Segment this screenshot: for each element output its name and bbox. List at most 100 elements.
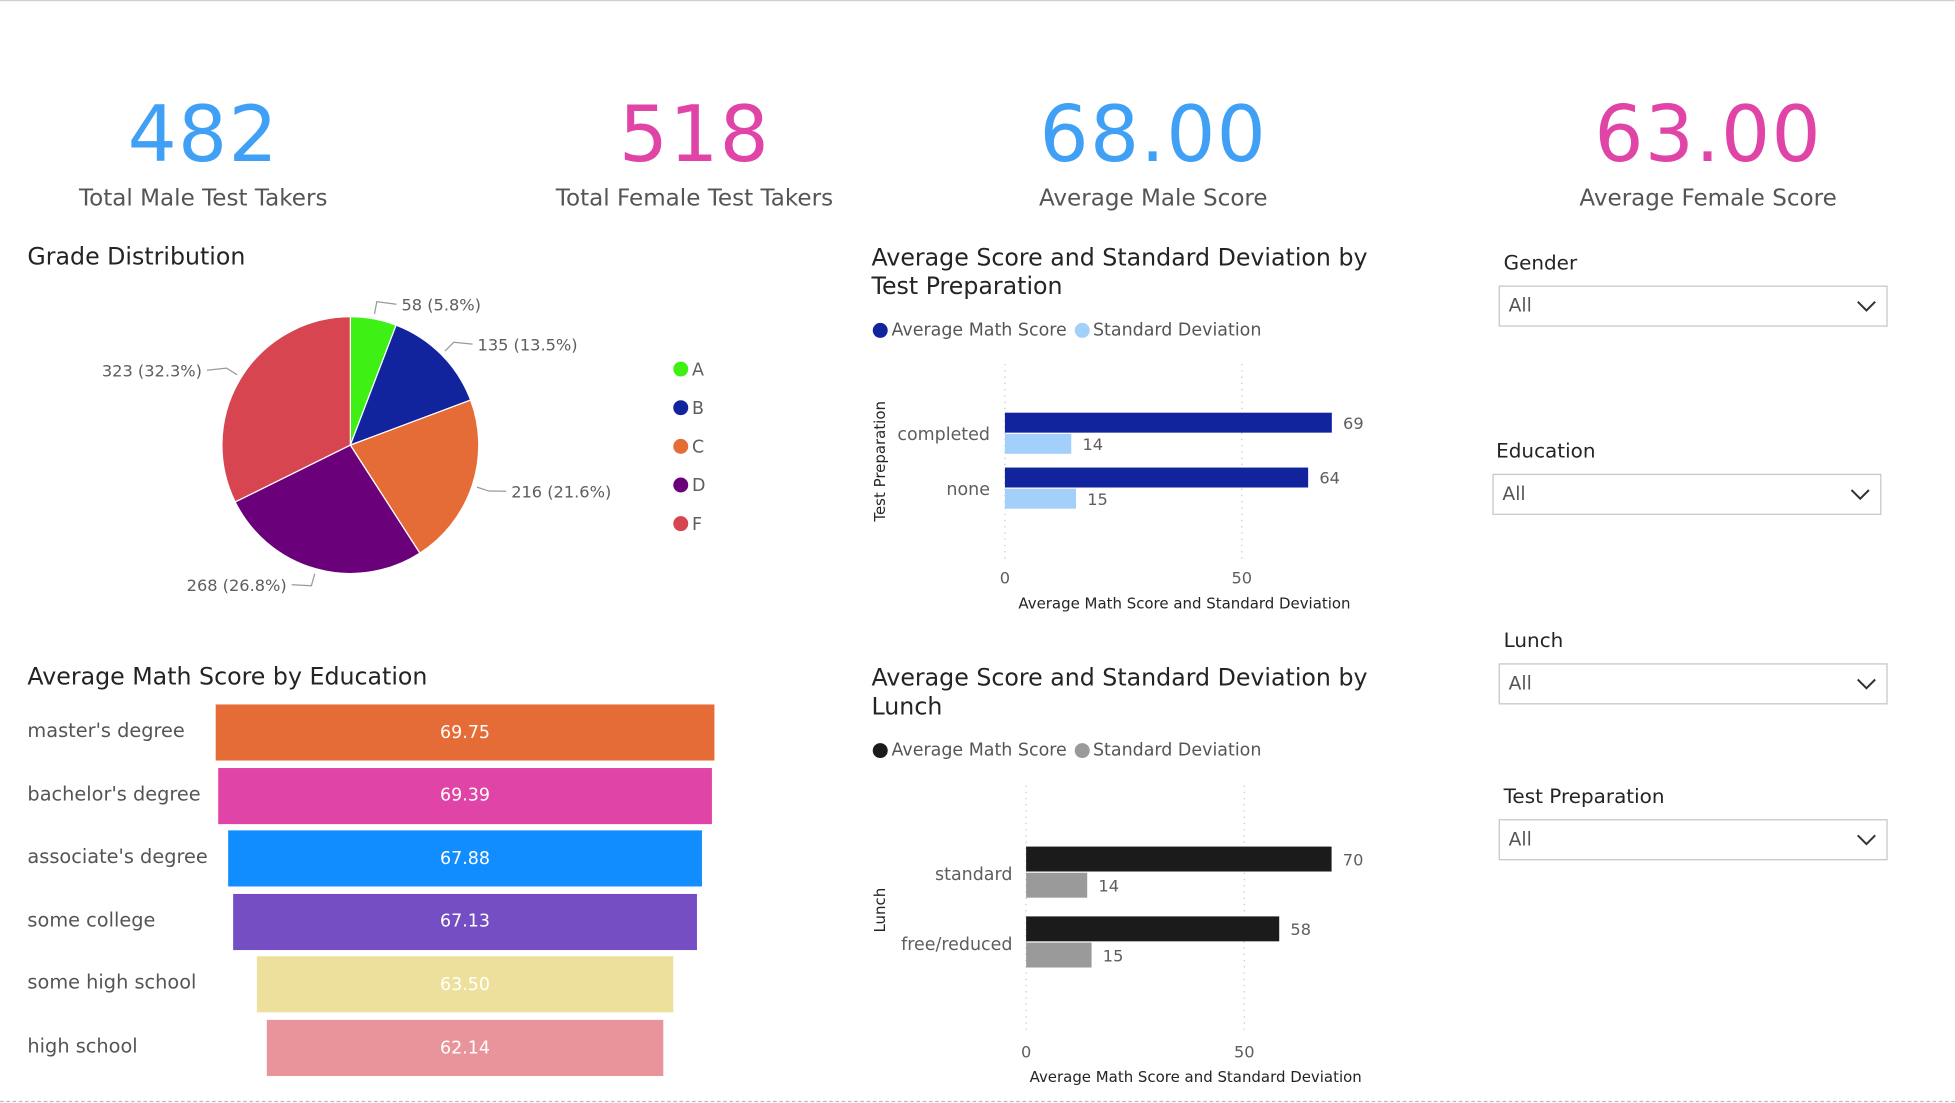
bar-standard-deviation[interactable] — [1004, 488, 1076, 509]
funnel-bar[interactable]: 67.88 — [228, 830, 702, 887]
x-axis-title: Average Math Score and Standard Deviatio… — [1018, 594, 1350, 612]
chevron-down-icon — [1850, 489, 1870, 501]
chevron-down-icon — [1857, 301, 1876, 312]
legend-label-d[interactable]: D — [692, 476, 705, 496]
bar-value-label: 58 — [1290, 920, 1311, 939]
education-dropdown[interactable]: All — [1492, 473, 1882, 515]
kpi-value: 482 — [127, 88, 279, 180]
top-border — [0, 0, 1955, 2]
education-chart-title: Average Math Score by Education — [27, 663, 428, 691]
bar-average-math-score[interactable] — [1004, 467, 1309, 488]
chevron-down-icon — [1857, 834, 1876, 846]
funnel-value-label: 62.14 — [440, 1037, 491, 1058]
funnel-value-label: 63.50 — [440, 974, 491, 995]
y-axis-title: Lunch — [871, 888, 889, 933]
bar-standard-deviation[interactable] — [1004, 433, 1072, 454]
legend-item[interactable]: Average Math Score — [872, 740, 1067, 761]
bar-average-math-score[interactable] — [1026, 916, 1280, 942]
funnel-value-label: 67.13 — [440, 911, 491, 932]
kpi-value: 68.00 — [1039, 88, 1268, 180]
legend-label-c[interactable]: C — [692, 438, 704, 458]
kpi-label: Average Male Score — [1038, 185, 1268, 212]
slicer-title-lunch: Lunch — [1503, 628, 1564, 653]
legend-label: Standard Deviation — [1092, 740, 1262, 761]
legend-label: Average Math Score — [891, 740, 1067, 761]
leader-line — [291, 573, 316, 587]
bar-average-math-score[interactable] — [1026, 846, 1332, 872]
dropdown-value: All — [1508, 672, 1532, 695]
bar-value-label: 14 — [1082, 435, 1103, 454]
legend-label: Standard Deviation — [1092, 320, 1262, 341]
legend-dot-icon — [1074, 322, 1090, 338]
test-preparation-dropdown[interactable]: All — [1498, 819, 1888, 861]
bar-standard-deviation[interactable] — [1026, 942, 1092, 968]
gender-dropdown[interactable]: All — [1498, 285, 1888, 327]
kpi-label: Average Female Score — [1579, 185, 1837, 212]
funnel-bar[interactable]: 69.75 — [215, 704, 715, 761]
legend-label-b[interactable]: B — [692, 399, 704, 419]
funnel-bar[interactable]: 67.13 — [233, 893, 697, 950]
slice-label: 323 (32.3%) — [102, 362, 202, 381]
legend-label-f[interactable]: F — [692, 515, 702, 535]
lunch-chart-legend: Average Math Score Standard Deviation — [872, 740, 1269, 761]
slice-label: 58 (5.8%) — [401, 295, 481, 314]
bar-average-math-score[interactable] — [1004, 412, 1332, 433]
funnel-bar[interactable]: 63.50 — [257, 956, 673, 1013]
kpi-value: 63.00 — [1594, 88, 1822, 180]
slice-label: 135 (13.5%) — [478, 335, 578, 354]
funnel-category-label: some college — [27, 908, 156, 932]
kpi-female-average: 63.00 Average Female Score — [1521, 88, 1895, 212]
legend-label-a[interactable]: A — [692, 360, 704, 380]
lunch-bar-chart[interactable]: 0 50 Average Math Score and Standard Devia… — [860, 773, 1421, 1091]
x-tick-label: 50 — [1234, 1042, 1255, 1061]
lunch-chart-title: Average Score and Standard Deviation by … — [871, 664, 1368, 721]
slice-label: 268 (26.8%) — [187, 576, 287, 595]
kpi-label: Total Female Test Takers — [555, 185, 834, 212]
legend-dot-icon — [673, 400, 689, 416]
bar-value-label: 15 — [1103, 946, 1124, 965]
x-tick-label: 0 — [1000, 569, 1010, 588]
legend-dot-icon — [673, 361, 689, 377]
education-funnel-chart[interactable]: master's degree 69.75 bachelor's degree 69.… — [0, 704, 773, 1084]
kpi-male-average: 68.00 Average Male Score — [966, 88, 1340, 212]
leader-line — [476, 486, 507, 492]
lunch-dropdown[interactable]: All — [1498, 663, 1888, 705]
x-axis-title: Average Math Score and Standard Deviatio… — [1030, 1068, 1362, 1086]
bottom-border — [0, 1100, 1955, 1103]
legend-item[interactable]: Standard Deviation — [1074, 741, 1261, 761]
funnel-value-label: 69.39 — [440, 785, 491, 806]
bar-standard-deviation[interactable] — [1026, 872, 1088, 898]
funnel-bar[interactable]: 62.14 — [266, 1019, 664, 1076]
funnel-category-label: associate's degree — [27, 845, 208, 869]
bar-value-label: 15 — [1087, 490, 1108, 509]
legend-item[interactable]: Standard Deviation — [1074, 320, 1261, 340]
kpi-value: 518 — [618, 88, 771, 180]
x-tick-label: 0 — [1021, 1042, 1031, 1061]
kpi-label: Total Male Test Takers — [78, 185, 328, 212]
funnel-category-label: master's degree — [27, 719, 185, 742]
chevron-down-icon — [1857, 678, 1876, 690]
prep-chart-title: Average Score and Standard Deviation by … — [871, 244, 1368, 301]
legend-dot-icon — [673, 477, 689, 493]
slicer-title-education: Education — [1496, 438, 1596, 463]
funnel-category-label: some high school — [27, 971, 197, 995]
funnel-category-label: bachelor's degree — [27, 782, 201, 805]
funnel-bar[interactable]: 69.39 — [218, 767, 713, 824]
prep-bar-chart[interactable]: 0 50 Average Math Score and Standard Devia… — [860, 355, 1421, 623]
dropdown-value: All — [1508, 827, 1532, 851]
dropdown-value: All — [1508, 294, 1532, 317]
legend-dot-icon — [673, 438, 689, 454]
grade-distribution-title: Grade Distribution — [27, 243, 246, 271]
legend-dot-icon — [872, 322, 888, 338]
kpi-male-count: 482 Total Male Test Takers — [16, 88, 390, 212]
leader-line — [444, 341, 473, 352]
bar-value-label: 70 — [1343, 850, 1364, 869]
slicer-title-test-preparation: Test Preparation — [1503, 784, 1665, 808]
legend-dot-icon — [872, 743, 888, 759]
legend-item[interactable]: Average Math Score — [872, 320, 1067, 340]
x-tick-label: 50 — [1232, 569, 1253, 588]
category-label: free/reduced — [901, 935, 1012, 955]
slice-label: 216 (21.6%) — [511, 482, 611, 501]
grade-distribution-pie-chart[interactable]: 58 (5.8%) 135 (13.5%) 216 (21.6%) 268 (26.8… — [0, 281, 773, 618]
category-label: none — [946, 480, 990, 500]
